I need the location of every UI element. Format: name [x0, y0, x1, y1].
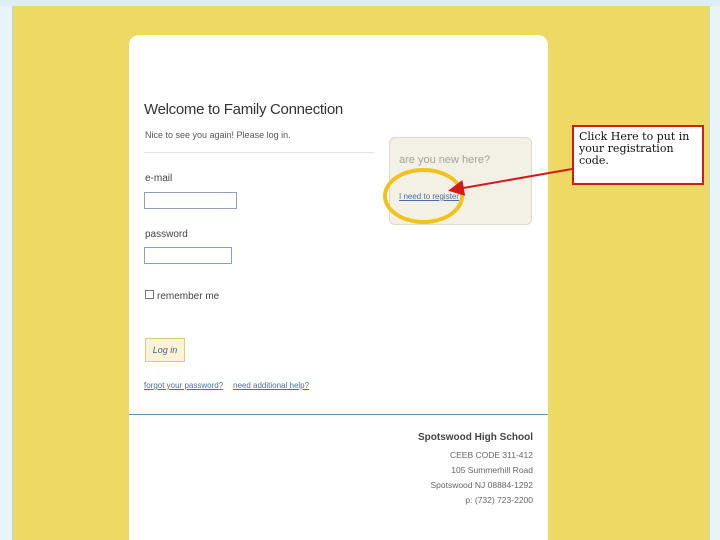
- login-panel: Welcome to Family Connection Nice to see…: [129, 35, 548, 540]
- school-street: 105 Summerhill Road: [451, 465, 533, 475]
- school-city: Spotswood NJ 08884-1292: [430, 480, 533, 490]
- remember-me-label: remember me: [157, 291, 220, 302]
- school-ceeb-code: CEEB CODE 311-412: [450, 450, 533, 460]
- page-subtitle: Nice to see you again! Please log in.: [145, 130, 291, 140]
- footer-divider: [129, 414, 548, 415]
- new-user-title: are you new here?: [399, 154, 491, 166]
- additional-help-link[interactable]: need additional help?: [233, 381, 309, 390]
- email-field[interactable]: [144, 192, 237, 209]
- title-divider: [144, 152, 374, 153]
- login-button[interactable]: Log in: [145, 338, 185, 362]
- forgot-password-link[interactable]: forgot your password?: [144, 381, 223, 390]
- password-label: password: [145, 229, 188, 240]
- remember-me-checkbox[interactable]: [145, 290, 154, 299]
- register-highlight-circle: [383, 168, 464, 224]
- school-name: Spotswood High School: [418, 432, 533, 443]
- right-decorative-edge: [709, 6, 720, 540]
- school-phone: p: (732) 723-2200: [465, 495, 533, 505]
- left-decorative-edge: [0, 6, 13, 540]
- annotation-callout: Click Here to put in your registration c…: [572, 125, 704, 185]
- password-field[interactable]: [144, 247, 232, 264]
- email-label: e-mail: [145, 173, 173, 184]
- page-title: Welcome to Family Connection: [144, 101, 343, 118]
